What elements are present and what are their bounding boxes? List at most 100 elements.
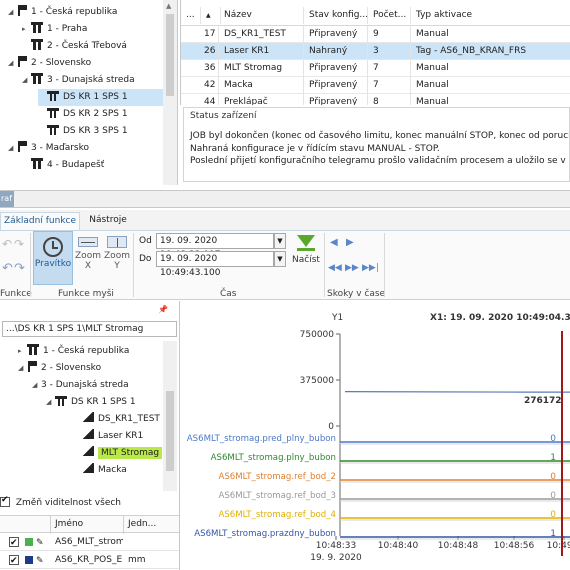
y-tick-label: 375000: [300, 376, 335, 386]
jump-back-large-icon[interactable]: ◀◀: [328, 263, 342, 273]
grid-header-name[interactable]: Název: [219, 7, 304, 24]
device-status-panel: Status zařízení JOB byl dokončen (konec …: [183, 107, 570, 182]
tree-item[interactable]: ◢ 1 - Česká republika: [8, 4, 117, 21]
signal-tree-item[interactable]: ▸ 1 - Česká republika: [18, 343, 129, 360]
to-label: Do: [139, 254, 152, 264]
undo-icon[interactable]: ↶: [2, 237, 12, 251]
series-color-swatch[interactable]: [25, 556, 33, 564]
jump-forward-large-icon[interactable]: ▶▶: [345, 263, 359, 273]
to-time-input[interactable]: 19. 09. 2020 10:49:43.100: [156, 251, 274, 278]
signal-tree-item[interactable]: DS_KR1_TEST: [74, 411, 160, 428]
cell-state: Připravený: [304, 60, 368, 77]
signal-tree-item[interactable]: ◢ 3 - Dunajská streda: [32, 377, 129, 394]
tree-item[interactable]: ◢ 3 - Maďarsko: [8, 140, 89, 157]
signal-edit-icon[interactable]: ✎: [36, 535, 44, 552]
row-visibility-checkbox[interactable]: [9, 535, 19, 552]
grid-header-state[interactable]: Stav konfig...: [304, 7, 368, 24]
jump-back-icon[interactable]: ◀: [330, 237, 338, 248]
from-dropdown-icon[interactable]: ▼: [274, 233, 286, 249]
expand-arrow-icon[interactable]: ◢: [46, 394, 55, 411]
cell-type: Tag - AS6_NB_KRAN_FRS: [411, 43, 570, 60]
cell-type: Manual: [411, 26, 570, 43]
expand-arrow-icon[interactable]: ◢: [22, 72, 31, 89]
signal-table-row[interactable]: ✎ AS6_KR_POS_ENC mm: [0, 552, 179, 570]
from-time-input[interactable]: 19. 09. 2020 10:48:33.097: [156, 233, 274, 260]
zoom-y-icon: [107, 236, 127, 248]
expand-arrow-icon[interactable]: ◢: [8, 55, 17, 72]
expand-arrow-icon[interactable]: ◢: [18, 360, 27, 377]
cell-count: 9: [368, 26, 411, 43]
table-row[interactable]: 42 Macka Připravený 7 Manual: [181, 77, 570, 94]
cell-type: Manual: [411, 60, 570, 77]
visibility-toggle[interactable]: Změň viditelnost všech: [0, 495, 121, 508]
to-dropdown-icon[interactable]: ▼: [274, 251, 286, 267]
from-label: Od: [139, 236, 152, 246]
redo-icon[interactable]: ↷: [14, 237, 24, 251]
series-color-swatch[interactable]: [25, 538, 33, 546]
table-row[interactable]: 36 MLT Stromag Připravený 7 Manual: [181, 60, 570, 77]
zoom-y-label: Zoom Y: [104, 251, 130, 271]
load-button[interactable]: Načíst: [290, 233, 322, 283]
building-icon: [31, 22, 43, 33]
jump-forward-icon[interactable]: ▶: [346, 237, 354, 248]
pin-icon[interactable]: 📌: [158, 305, 168, 314]
sort-asc-icon[interactable]: ▲: [201, 7, 221, 24]
table-row[interactable]: 44 Preklápač Připravený 8 Manual: [181, 94, 570, 105]
expand-arrow-icon[interactable]: ▸: [22, 21, 31, 38]
ruler-button[interactable]: Pravítko: [33, 231, 73, 285]
signal-tree-item[interactable]: ◢ DS KR 1 SPS 1: [46, 394, 136, 411]
digital-series-label: AS6MLT_stromag.prazdny_bubon: [194, 529, 336, 539]
col-name[interactable]: Jméno: [55, 519, 83, 529]
cell-id: 26: [199, 43, 219, 60]
signal-tree-scrollbar[interactable]: [163, 341, 177, 491]
tree-item[interactable]: DS KR 3 SPS 1: [38, 123, 128, 140]
expand-arrow-icon[interactable]: ▸: [18, 343, 27, 360]
tab-basic-functions[interactable]: Základní funkce: [0, 212, 80, 230]
tree-item-label: 2 - Slovensko: [31, 58, 92, 68]
tree-scrollbar[interactable]: ▲: [163, 0, 177, 185]
expand-arrow-icon[interactable]: ◢: [8, 140, 17, 157]
tab-tools[interactable]: Nástroje: [86, 212, 130, 230]
cell-count: 3: [368, 43, 411, 60]
tree-item[interactable]: ◢ 2 - Slovensko: [8, 55, 91, 72]
path-field[interactable]: ...\DS KR 1 SPS 1\MLT Stromag: [2, 321, 177, 337]
signal-edit-icon[interactable]: ✎: [36, 553, 44, 570]
table-row[interactable]: 26 Laser KR1 Nahraný 3 Tag - AS6_NB_KRAN_FRS: [181, 43, 570, 60]
chart-svg[interactable]: Y1 X1: 19. 09. 2020 10:49:04.316 750000 375…: [180, 301, 570, 570]
visibility-checkbox[interactable]: [0, 495, 10, 507]
redo-zoom-icon[interactable]: ↷: [14, 261, 25, 276]
zoom-y-button[interactable]: Zoom Y: [104, 235, 130, 285]
signal-table-row[interactable]: ✎ AS6_MLT_stromag: [0, 534, 179, 552]
load-label: Načíst: [292, 255, 320, 265]
table-row[interactable]: 17 DS_KR1_TEST Připravený 9 Manual: [181, 26, 570, 43]
digital-series-value: 0: [550, 434, 556, 444]
tree-item[interactable]: DS KR 2 SPS 1: [38, 106, 128, 123]
tree-item[interactable]: 2 - Česká Třebová: [22, 38, 127, 55]
jump-end-icon[interactable]: ▶▶|: [362, 263, 379, 273]
tree-item[interactable]: ▸ 1 - Praha: [22, 21, 87, 38]
tree-scroll-thumb[interactable]: [166, 14, 174, 96]
tree-item[interactable]: DS KR 1 SPS 1: [38, 89, 163, 106]
graph-panel-tab[interactable]: raf: [0, 191, 14, 207]
digital-series-label: AS6MLT_stromag.pred_plny_bubon: [187, 434, 336, 444]
grid-header-col-dots[interactable]: ...: [181, 7, 201, 24]
signal-unit: mm: [128, 555, 146, 565]
x-tick-label: 10:48:33: [316, 541, 356, 551]
grid-header-count[interactable]: Počet...: [368, 7, 411, 24]
chart-icon: [83, 429, 94, 439]
col-unit[interactable]: Jedn...: [128, 519, 156, 529]
signal-tree-item[interactable]: Macka: [74, 462, 127, 479]
signal-tree-scroll-thumb[interactable]: [166, 391, 174, 471]
row-visibility-checkbox[interactable]: [9, 553, 19, 570]
signal-tree-label: Laser KR1: [98, 431, 144, 441]
signal-tree-item[interactable]: Laser KR1: [74, 428, 143, 445]
tree-item[interactable]: ◢ 3 - Dunajská streda: [22, 72, 135, 89]
expand-arrow-icon[interactable]: ◢: [32, 377, 41, 394]
signal-tree-item[interactable]: MLT Stromag: [74, 445, 163, 462]
zoom-x-button[interactable]: Zoom X: [75, 235, 101, 285]
signal-tree-item[interactable]: ◢ 2 - Slovensko: [18, 360, 101, 377]
tree-item[interactable]: 4 - Budapešť: [22, 157, 104, 174]
expand-arrow-icon[interactable]: ◢: [8, 4, 17, 21]
grid-header-type[interactable]: Typ aktivace: [411, 7, 570, 24]
undo-zoom-icon[interactable]: ↶: [2, 261, 13, 276]
